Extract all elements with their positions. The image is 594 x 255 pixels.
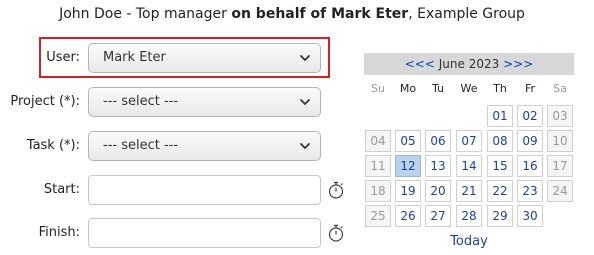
calendar-day[interactable]: 01 (487, 105, 513, 127)
calendar-day[interactable]: 13 (425, 155, 451, 177)
page-header: John Doe - Top manager on behalf of Mark… (0, 6, 584, 22)
calendar-day[interactable]: 08 (487, 130, 513, 152)
header-company: , Example Group (408, 6, 525, 22)
calendar-day[interactable]: 20 (425, 180, 451, 202)
header-on-behalf: on behalf of Mark Eter (231, 6, 409, 22)
calendar-day[interactable]: 23 (517, 180, 543, 202)
calendar-day[interactable]: 11 (365, 155, 391, 177)
calendar-header: <<< June 2023 >>> (364, 53, 574, 75)
calendar-day-selected[interactable]: 12 (395, 155, 421, 177)
stopwatch-icon[interactable] (327, 180, 345, 200)
weekday-header: Th (493, 82, 507, 95)
calendar-prev-month[interactable]: <<< (405, 57, 435, 71)
calendar-next-month[interactable]: >>> (503, 57, 533, 71)
finish-time-input[interactable] (88, 218, 321, 248)
chevron-down-icon (300, 143, 310, 149)
stopwatch-icon[interactable] (327, 223, 345, 243)
user-label: User: (46, 50, 80, 65)
project-select[interactable]: --- select --- (88, 87, 321, 117)
task-select[interactable]: --- select --- (88, 131, 321, 161)
calendar-day[interactable]: 18 (365, 180, 391, 202)
calendar-day[interactable]: 02 (517, 105, 543, 127)
calendar-day[interactable]: 25 (365, 205, 391, 227)
calendar-day[interactable]: 28 (456, 205, 482, 227)
start-time-input[interactable] (88, 175, 321, 205)
weekday-header: Su (371, 82, 385, 95)
calendar-day[interactable]: 19 (395, 180, 421, 202)
start-label: Start: (43, 182, 80, 197)
chevron-down-icon (300, 99, 310, 105)
calendar-day[interactable]: 07 (456, 130, 482, 152)
calendar-day[interactable]: 21 (456, 180, 482, 202)
weekday-header: We (460, 82, 478, 95)
calendar-today-link[interactable]: Today (364, 234, 574, 249)
calendar-day[interactable]: 03 (547, 105, 573, 127)
calendar-day[interactable]: 26 (395, 205, 421, 227)
calendar-day[interactable]: 22 (487, 180, 513, 202)
weekday-header: Mo (399, 82, 417, 95)
calendar-day[interactable]: 04 (365, 130, 391, 152)
calendar-day[interactable]: 14 (456, 155, 482, 177)
calendar-day[interactable]: 06 (425, 130, 451, 152)
project-label: Project (*): (10, 94, 80, 109)
calendar-day[interactable]: 24 (547, 180, 573, 202)
calendar-month-title: June 2023 (438, 57, 500, 71)
header-user-role: John Doe - Top manager (59, 6, 232, 22)
calendar-day[interactable]: 30 (517, 205, 543, 227)
user-select[interactable]: Mark Eter (88, 43, 321, 73)
task-select-value: --- select --- (103, 138, 179, 153)
calendar-day[interactable]: 29 (487, 205, 513, 227)
calendar-day[interactable]: 10 (547, 130, 573, 152)
weekday-header: Tu (431, 82, 445, 95)
finish-label: Finish: (38, 225, 80, 240)
calendar-day[interactable]: 16 (517, 155, 543, 177)
calendar-day[interactable]: 05 (395, 130, 421, 152)
calendar-day[interactable]: 17 (547, 155, 573, 177)
chevron-down-icon (300, 55, 310, 61)
weekday-header: Sa (553, 82, 567, 95)
calendar-day[interactable]: 27 (425, 205, 451, 227)
user-select-value: Mark Eter (103, 50, 166, 65)
calendar-day[interactable]: 15 (487, 155, 513, 177)
calendar-day[interactable]: 09 (517, 130, 543, 152)
weekday-header: Fr (524, 82, 536, 95)
task-label: Task (*): (26, 138, 80, 153)
project-select-value: --- select --- (103, 94, 179, 109)
